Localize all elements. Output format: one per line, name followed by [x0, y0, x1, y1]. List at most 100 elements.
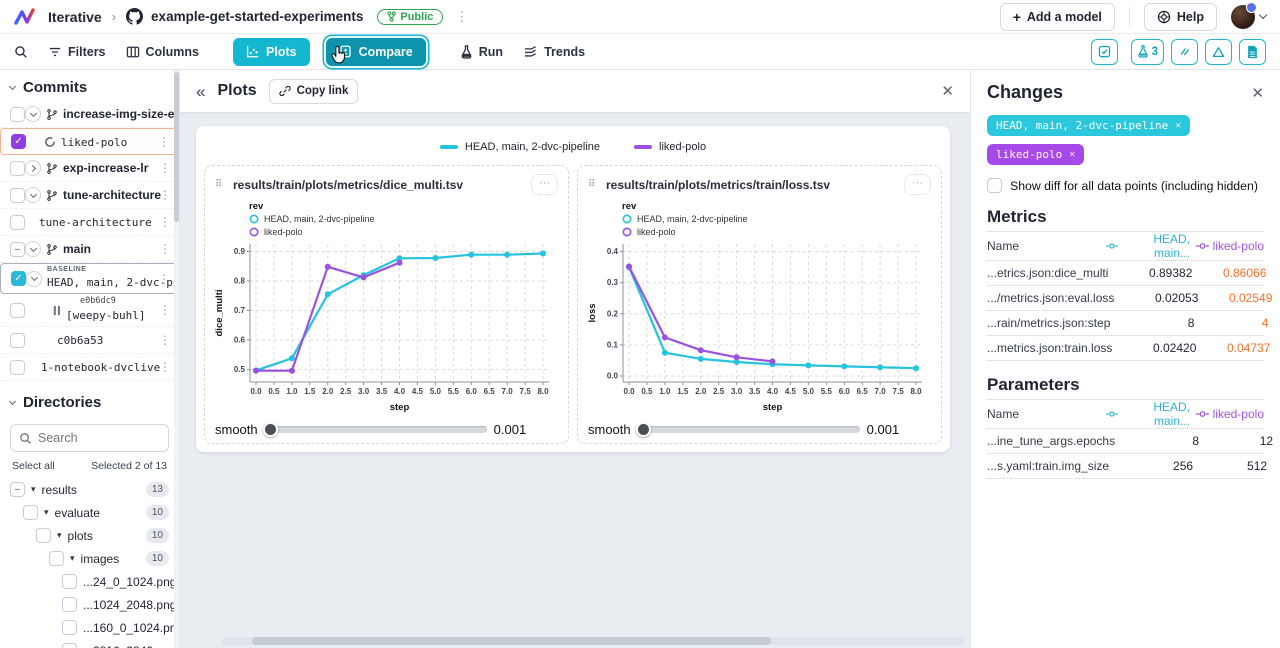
close-changes-button[interactable]: ✕: [1251, 84, 1264, 102]
tree-row[interactable]: ▾images10: [0, 547, 179, 570]
plot-menu-button[interactable]: ···: [904, 174, 931, 195]
row-checkbox[interactable]: [10, 215, 25, 230]
revision-chip[interactable]: liked-polo✕: [987, 144, 1084, 165]
drag-handle-icon[interactable]: ⠿: [588, 181, 598, 188]
filters-button[interactable]: Filters: [48, 45, 106, 59]
tree-row[interactable]: ...2816_3840.png: [0, 639, 179, 648]
tree-caret-icon[interactable]: ▾: [57, 530, 62, 541]
svg-text:0.0: 0.0: [607, 372, 619, 381]
expand-toggle[interactable]: [25, 241, 41, 257]
tree-row[interactable]: ...160_0_1024.png: [0, 616, 179, 639]
row-menu-button[interactable]: ⋮: [157, 360, 173, 374]
drag-handle-icon[interactable]: ⠿: [215, 181, 225, 188]
compare-button[interactable]: Compare: [326, 38, 426, 66]
row-checkbox[interactable]: [10, 161, 25, 176]
tree-row[interactable]: ▾evaluate10: [0, 501, 179, 524]
hidden-items-button[interactable]: [1171, 39, 1198, 65]
row-checkbox[interactable]: [10, 360, 25, 375]
row-checkbox[interactable]: [62, 574, 77, 589]
commit-row[interactable]: 1-notebook-dvclive⋮: [0, 354, 179, 381]
table-row: ...etrics.json:dice_multi0.893820.86066: [987, 261, 1264, 286]
user-menu[interactable]: [1231, 5, 1266, 29]
tree-row[interactable]: ▾plots10: [0, 524, 179, 547]
tree-row[interactable]: ...1024_2048.png: [0, 593, 179, 616]
row-checkbox[interactable]: ✓: [11, 134, 26, 149]
row-checkbox[interactable]: [49, 551, 64, 566]
row-menu-button[interactable]: ⋮: [157, 333, 173, 347]
row-checkbox[interactable]: [23, 505, 38, 520]
experiments-count-button[interactable]: 3: [1131, 39, 1164, 65]
expand-toggle[interactable]: [25, 187, 41, 203]
copy-link-button[interactable]: Copy link: [269, 79, 359, 104]
slider-thumb[interactable]: [636, 422, 651, 437]
commit-row[interactable]: exp-increase-lr⋮: [0, 155, 179, 182]
tree-row[interactable]: –▾results13: [0, 478, 179, 501]
repo-name[interactable]: example-get-started-experiments: [151, 9, 363, 24]
sidebar-scrollbar[interactable]: [174, 70, 179, 648]
add-model-button[interactable]: + Add a model: [1000, 3, 1115, 31]
revision-chip[interactable]: HEAD, main, 2-dvc-pipeline✕: [987, 115, 1190, 136]
diff-checkbox[interactable]: [987, 178, 1002, 193]
horizontal-scrollbar[interactable]: [222, 637, 964, 645]
row-checkbox[interactable]: [10, 107, 25, 122]
row-menu-button[interactable]: ⋮: [156, 272, 172, 286]
plot-menu-button[interactable]: ···: [531, 174, 558, 195]
smooth-slider[interactable]: [265, 426, 487, 433]
row-checkbox[interactable]: [62, 643, 77, 648]
commits-section-header[interactable]: Commits: [0, 70, 179, 101]
row-checkbox[interactable]: [36, 528, 51, 543]
commit-row[interactable]: e0b6dc9[weepy-buhl]⋮: [0, 294, 179, 327]
commit-row[interactable]: ✓BASELINEHEAD, main, 2-dvc-pip…⋮: [0, 263, 179, 294]
row-menu-button[interactable]: ⋮: [157, 215, 173, 229]
plots-button[interactable]: Plots: [233, 38, 310, 66]
expand-toggle[interactable]: [25, 106, 41, 122]
row-checkbox[interactable]: [62, 597, 77, 612]
commit-row[interactable]: increase-img-size-epochs: [0, 101, 179, 128]
expand-toggle[interactable]: [25, 160, 41, 176]
directories-section-header[interactable]: Directories: [0, 385, 179, 416]
row-menu-button[interactable]: ⋮: [157, 188, 173, 202]
commit-row[interactable]: tune-architecture⋮: [0, 209, 179, 236]
tree-caret-icon[interactable]: ▾: [31, 484, 36, 495]
help-button[interactable]: Help: [1144, 3, 1217, 31]
export-csv-button[interactable]: [1239, 39, 1266, 65]
select-all-link[interactable]: Select all: [12, 460, 55, 472]
row-checkbox[interactable]: –: [10, 242, 25, 257]
brand-name[interactable]: Iterative: [48, 9, 102, 25]
row-menu-button[interactable]: ⋮: [157, 242, 173, 256]
tree-caret-icon[interactable]: ▾: [44, 507, 49, 518]
diff-checkbox-row[interactable]: Show diff for all data points (including…: [987, 178, 1264, 193]
row-checkbox[interactable]: [10, 188, 25, 203]
delta-button[interactable]: [1205, 39, 1232, 65]
tree-row[interactable]: ...24_0_1024.png: [0, 570, 179, 593]
trends-button[interactable]: Trends: [523, 45, 585, 59]
row-menu-button[interactable]: ⋮: [156, 135, 172, 149]
smooth-slider[interactable]: [638, 426, 860, 433]
collapse-panel-button[interactable]: «: [196, 83, 205, 100]
commit-row[interactable]: ✓liked-polo⋮: [0, 128, 179, 155]
search-button[interactable]: [14, 45, 28, 59]
commit-row[interactable]: –main⋮: [0, 236, 179, 263]
row-checkbox[interactable]: [10, 333, 25, 348]
commit-row[interactable]: c0b6a53⋮: [0, 327, 179, 354]
svg-text:0.5: 0.5: [641, 387, 653, 396]
chip-remove-icon[interactable]: ✕: [1069, 149, 1075, 160]
row-checkbox[interactable]: –: [10, 482, 25, 497]
chip-remove-icon[interactable]: ✕: [1175, 120, 1181, 131]
legend-label: HEAD, main, 2-dvc-pipeline: [465, 141, 600, 153]
commit-row[interactable]: tune-architecture⋮: [0, 182, 179, 209]
row-checkbox[interactable]: [10, 303, 25, 318]
close-plots-button[interactable]: ✕: [941, 82, 954, 100]
slider-thumb[interactable]: [263, 422, 278, 437]
select-experiments-button[interactable]: [1091, 39, 1118, 65]
row-checkbox[interactable]: ✓: [11, 271, 26, 286]
search-input[interactable]: [38, 431, 148, 445]
repo-menu-button[interactable]: ⋮: [451, 9, 472, 25]
row-checkbox[interactable]: [62, 620, 77, 635]
expand-toggle[interactable]: [26, 271, 42, 287]
row-menu-button[interactable]: ⋮: [157, 161, 173, 175]
run-button[interactable]: Run: [460, 45, 503, 59]
row-menu-button[interactable]: ⋮: [157, 303, 173, 317]
tree-caret-icon[interactable]: ▾: [70, 553, 75, 564]
columns-button[interactable]: Columns: [126, 45, 199, 59]
